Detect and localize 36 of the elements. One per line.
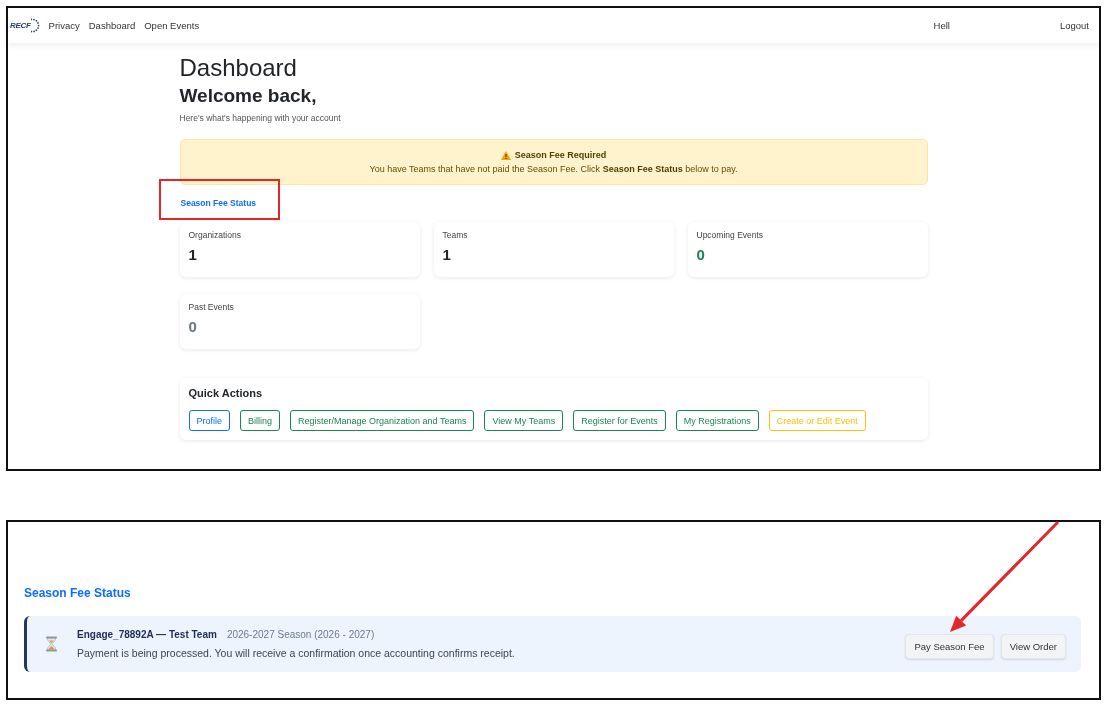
section-title: Season Fee Status [24, 586, 132, 601]
stat-label: Organizations [188, 229, 242, 241]
stat-value: 1 [188, 246, 198, 264]
action-button[interactable]: Pay Season Fee [905, 633, 994, 659]
page-subtitle: Here's what's happening with your account [179, 113, 342, 123]
quick-action-button[interactable]: Register/Manage Organization and Teams [290, 410, 475, 431]
logo-text: RECF [10, 20, 31, 31]
warning-icon [500, 150, 511, 160]
quick-action-button[interactable]: View My Teams [484, 410, 564, 431]
stat-value: 0 [188, 318, 198, 336]
season-text: 2026-2027 Season (2026 - 2027) [226, 628, 375, 642]
nav-link[interactable]: Privacy [48, 19, 80, 32]
nav-link[interactable]: Open Events [144, 19, 200, 32]
stat-label: Upcoming Events [696, 229, 765, 241]
action-button[interactable]: View Order [1000, 633, 1066, 659]
stat-label: Teams [442, 229, 469, 241]
status-message: Payment is being processed. You will receive a confirmation once accounting confirms receipt. [77, 646, 516, 661]
page-title: Dashboard [179, 53, 298, 82]
stat-value: 1 [442, 246, 452, 264]
stat-label: Past Events [188, 301, 235, 313]
quick-action-button[interactable]: My Registrations [675, 410, 759, 431]
hourglass-icon [45, 636, 58, 652]
alert-title: Season Fee Required [514, 149, 607, 162]
season-fee-link[interactable]: Season Fee Status [180, 197, 257, 209]
dotted-ring-icon [30, 18, 40, 33]
quick-action-button[interactable]: Register for Events [573, 410, 666, 431]
quick-action-button[interactable]: Profile [188, 410, 230, 431]
alert-message: You have Teams that have not paid the Season Fee. Click Season Fee Status below to pay. [369, 163, 738, 176]
quick-action-button[interactable]: Billing [240, 410, 281, 431]
quick-actions-title: Quick Actions [188, 386, 264, 400]
nav-link[interactable]: Dashboard [88, 19, 136, 32]
stat-value: 0 [696, 246, 706, 264]
welcome-heading: Welcome back, [179, 84, 318, 107]
logout-link[interactable]: Logout [1059, 19, 1089, 32]
greeting-text: Hell [933, 19, 950, 32]
team-name: Engage_78892A — Test Team [77, 628, 217, 642]
